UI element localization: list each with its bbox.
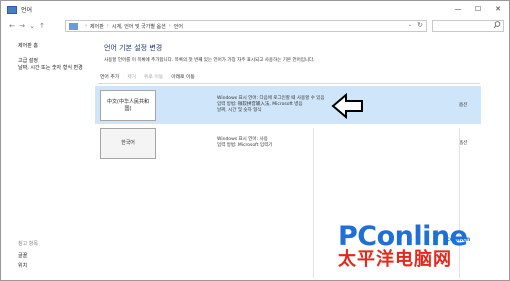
window-controls: — ☐ ✕ bbox=[451, 4, 505, 14]
search-icon bbox=[493, 21, 501, 29]
add-language-button[interactable]: 언어 추가 bbox=[100, 73, 119, 80]
toolbar-divider bbox=[98, 83, 480, 84]
language-window: 언어 — ☐ ✕ ← → ⌄ ↑ › 제어판 › 시계, 언어 및 국가별 옵션… bbox=[0, 0, 510, 281]
remove-language-button[interactable]: 제거 bbox=[127, 73, 136, 80]
column-divider bbox=[313, 128, 314, 278]
recent-locations-button[interactable]: ⌄ bbox=[27, 22, 37, 30]
up-button[interactable]: ↑ bbox=[37, 22, 47, 30]
breadcrumb-control-panel[interactable]: 제어판 bbox=[90, 23, 104, 30]
date-time-format: 날짜, 시간 및 숫자 형식 bbox=[217, 108, 262, 113]
breadcrumb-separator: › bbox=[168, 23, 171, 29]
pconline-watermark: PConline .com.cn 太平洋电脑网 bbox=[338, 223, 509, 280]
language-name-box[interactable]: 한국어 bbox=[100, 128, 156, 159]
sidebar: 제어판 홈 고급 설정 날짜, 시간 또는 숫자 형식 변경 참고 항목 글꼴 … bbox=[1, 33, 91, 280]
see-also-heading: 참고 항목 bbox=[18, 241, 38, 247]
maximize-button[interactable]: ☐ bbox=[471, 4, 485, 14]
language-row-chinese[interactable]: 中文(中华人民共和国) Windows 표시 언어: 다음에 로그인할 때 사용… bbox=[95, 86, 481, 124]
close-button[interactable]: ✕ bbox=[491, 4, 505, 14]
language-info: Windows 표시 언어: 다음에 로그인할 때 사용할 수 있음 입력 방법… bbox=[217, 96, 325, 114]
chevron-down-icon[interactable]: ⌄ bbox=[408, 22, 412, 28]
window-title: 언어 bbox=[21, 7, 33, 14]
left-arrow-icon bbox=[331, 93, 363, 119]
page-description: 사용할 언어를 이 목록에 추가합니다. 목록의 첫 번째 있는 언어가 가장 … bbox=[104, 58, 315, 63]
minimize-button[interactable]: — bbox=[451, 4, 465, 14]
breadcrumb-separator: › bbox=[85, 23, 87, 29]
breadcrumb-language[interactable]: 언어 bbox=[174, 23, 183, 30]
address-row: ← → ⌄ ↑ › 제어판 › 시계, 언어 및 국가별 옵션 › 언어 ⌄ ↻ bbox=[1, 19, 509, 33]
breadcrumb-separator: › bbox=[106, 23, 109, 29]
options-link[interactable]: 옵션 bbox=[459, 102, 467, 108]
address-bar[interactable]: › 제어판 › 시계, 언어 및 국가별 옵션 › 언어 ⌄ ↻ bbox=[65, 20, 427, 32]
input-method: 입력 방법: Microsoft 입력기 bbox=[217, 143, 273, 148]
control-panel-icon bbox=[7, 5, 17, 14]
control-panel-icon bbox=[69, 22, 78, 30]
sidebar-item-advanced-settings[interactable]: 고급 설정 bbox=[18, 57, 38, 64]
options-link[interactable]: 옵션 bbox=[459, 140, 467, 146]
back-button[interactable]: ← bbox=[7, 22, 17, 30]
sidebar-item-fonts[interactable]: 글꼴 bbox=[18, 252, 27, 259]
move-down-button[interactable]: 아래로 이동 bbox=[171, 73, 195, 80]
watermark-domain: .com.cn bbox=[444, 236, 471, 243]
language-info: Windows 표시 언어: 사용 입력 방법: Microsoft 입력기 bbox=[217, 137, 272, 149]
watermark-chinese-text: 太平洋电脑网 bbox=[338, 249, 452, 270]
language-name-box[interactable]: 中文(中华人民共和国) bbox=[100, 90, 156, 121]
sidebar-item-control-panel-home[interactable]: 제어판 홈 bbox=[18, 42, 38, 49]
sidebar-item-location[interactable]: 위치 bbox=[18, 262, 27, 269]
move-up-button[interactable]: 위로 이동 bbox=[144, 73, 163, 80]
page-title: 언어 기본 설정 변경 bbox=[104, 44, 163, 52]
language-toolbar: 언어 추가 제거 위로 이동 아래로 이동 bbox=[100, 73, 203, 80]
search-input[interactable] bbox=[432, 20, 504, 32]
breadcrumb-clock-language-region[interactable]: 시계, 언어 및 국가별 옵션 bbox=[112, 23, 166, 30]
refresh-icon[interactable]: ↻ bbox=[417, 21, 423, 29]
sidebar-item-date-time-format[interactable]: 날짜, 시간 또는 숫자 형식 변경 bbox=[18, 65, 88, 71]
language-row-korean[interactable]: 한국어 Windows 표시 언어: 사용 입력 방법: Microsoft 입… bbox=[95, 124, 481, 162]
title-bar: 언어 — ☐ ✕ bbox=[1, 1, 509, 18]
forward-button[interactable]: → bbox=[17, 22, 27, 30]
